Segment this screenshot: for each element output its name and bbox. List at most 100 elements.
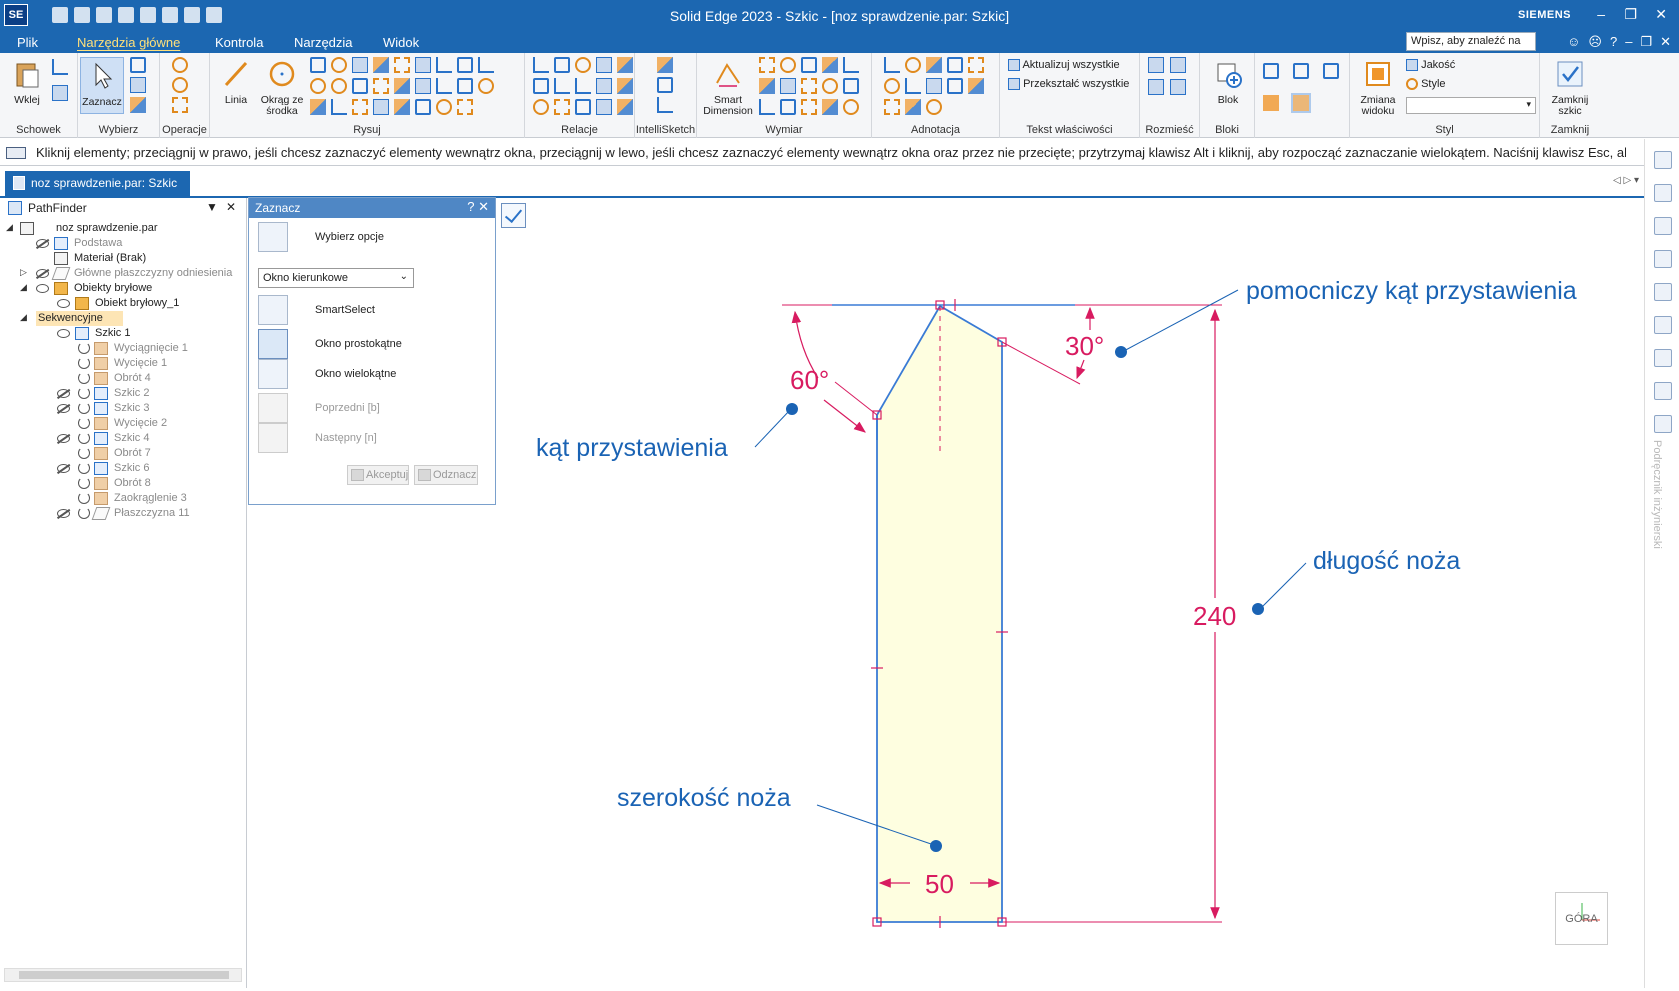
- construction-icon[interactable]: [373, 99, 389, 115]
- hatch-icon[interactable]: [394, 99, 410, 115]
- trim-icon[interactable]: [172, 97, 188, 113]
- edge-condition-icon[interactable]: [926, 78, 942, 94]
- view-top-icon[interactable]: [1263, 63, 1279, 79]
- variables-icon[interactable]: [1654, 382, 1672, 400]
- mirror-icon[interactable]: [415, 57, 431, 73]
- arc-icon[interactable]: [331, 57, 347, 73]
- chamfer-icon[interactable]: [457, 78, 473, 94]
- minimize-button[interactable]: –: [1597, 6, 1605, 22]
- view-right-icon[interactable]: [1323, 63, 1339, 79]
- dim-center-icon[interactable]: [801, 99, 817, 115]
- tree-item-revolve-4[interactable]: Obrót 4: [114, 371, 151, 386]
- eye-hidden-icon[interactable]: [57, 509, 70, 518]
- pathfinder-scrollbar[interactable]: [4, 968, 242, 982]
- document-tab[interactable]: noz sprawdzenie.par: Szkic: [5, 171, 190, 196]
- collapse-arrow-icon[interactable]: ▷: [20, 267, 27, 278]
- ellipse-icon[interactable]: [331, 78, 347, 94]
- coordinate-dim-icon[interactable]: [801, 57, 817, 73]
- rollback-icon[interactable]: [78, 342, 90, 354]
- copy-icon[interactable]: [52, 85, 68, 101]
- rectangle-icon[interactable]: [310, 57, 326, 73]
- curve-icon[interactable]: [310, 78, 326, 94]
- rollback-icon[interactable]: [78, 402, 90, 414]
- horizontal-icon[interactable]: [533, 78, 549, 94]
- send-backward-icon[interactable]: [1170, 79, 1186, 95]
- select-options-icon[interactable]: [130, 97, 146, 113]
- collinear-icon[interactable]: [575, 99, 591, 115]
- eye-visible-icon[interactable]: [57, 299, 70, 308]
- copy-attr-icon[interactable]: [780, 99, 796, 115]
- tab-narzedzia[interactable]: Narzędzia: [294, 35, 353, 50]
- sweep-icon[interactable]: [457, 99, 473, 115]
- annotation-box-icon[interactable]: [968, 78, 984, 94]
- expand-arrow-icon[interactable]: ◢: [20, 312, 27, 323]
- eye-visible-icon[interactable]: [36, 284, 49, 293]
- select-filter-icon[interactable]: [130, 57, 146, 73]
- send-back-icon[interactable]: [1170, 57, 1186, 73]
- tree-item-round-3[interactable]: Zaokrąglenie 3: [114, 491, 187, 506]
- view-front-icon[interactable]: [1293, 63, 1309, 79]
- accept-button[interactable]: Akceptuj: [347, 465, 409, 485]
- tree-item-cutout-1[interactable]: Wycięcie 1: [114, 356, 167, 371]
- frown-icon[interactable]: ☹: [1588, 34, 1602, 50]
- eye-hidden-icon[interactable]: [36, 269, 49, 278]
- offset-icon[interactable]: [172, 77, 188, 93]
- dim-style-icon[interactable]: [759, 99, 775, 115]
- weld-icon[interactable]: [905, 78, 921, 94]
- select-window-icon[interactable]: [130, 77, 146, 93]
- shaded-icon[interactable]: [1263, 95, 1279, 111]
- tangent-icon[interactable]: [533, 99, 549, 115]
- extend-icon[interactable]: [436, 57, 452, 73]
- pathfinder-menu-icon[interactable]: ▼: [206, 200, 218, 214]
- update-all-button[interactable]: Aktualizuj wszystkie: [1008, 59, 1120, 72]
- engineering-handbook-label[interactable]: Podręcznik inżynierski: [1651, 440, 1663, 549]
- minimize-doc-icon[interactable]: –: [1625, 34, 1632, 50]
- scale-icon[interactable]: [373, 78, 389, 94]
- eye-hidden-icon[interactable]: [57, 464, 70, 473]
- dimension-angle-60[interactable]: 60°: [790, 365, 829, 395]
- close-button[interactable]: ✕: [1655, 6, 1667, 23]
- perpendicular-icon[interactable]: [575, 78, 591, 94]
- style-button[interactable]: Style: [1406, 78, 1446, 91]
- rotate-icon[interactable]: [394, 78, 410, 94]
- rollback-icon[interactable]: [78, 447, 90, 459]
- bring-front-icon[interactable]: [1148, 57, 1164, 73]
- pattern-icon[interactable]: [394, 57, 410, 73]
- radial-dim-icon[interactable]: [822, 78, 838, 94]
- eye-hidden-icon[interactable]: [57, 389, 70, 398]
- library-icon[interactable]: [1654, 151, 1672, 169]
- dimension-angle-30[interactable]: 30°: [1065, 331, 1104, 361]
- tree-item-protrusion-1[interactable]: Wyciągnięcie 1: [114, 341, 188, 356]
- cut-icon[interactable]: [52, 59, 68, 75]
- restore-doc-icon[interactable]: ❐: [1640, 34, 1652, 50]
- view-cube[interactable]: GÓRA: [1555, 892, 1608, 945]
- tree-item-plane-11[interactable]: Płaszczyzna 11: [114, 506, 190, 521]
- project-icon[interactable]: [310, 99, 326, 115]
- angle-dim-icon[interactable]: [780, 57, 796, 73]
- help-panel-icon[interactable]: [1654, 184, 1672, 202]
- chamfer-dim-icon[interactable]: [759, 78, 775, 94]
- fillet-icon[interactable]: [172, 57, 188, 73]
- block-button[interactable]: Blok: [1208, 59, 1248, 106]
- pathfinder-close-icon[interactable]: ✕: [226, 200, 236, 214]
- tab-kontrola[interactable]: Kontrola: [215, 35, 263, 50]
- selection-mode-dropdown[interactable]: Okno kierunkowe ⌄: [258, 268, 414, 288]
- close-sketch-button[interactable]: Zamknij szkic: [1546, 59, 1594, 117]
- corner-icon[interactable]: [478, 78, 494, 94]
- relation-handles-icon[interactable]: [617, 78, 633, 94]
- rollback-icon[interactable]: [78, 507, 90, 519]
- polygon-icon[interactable]: [352, 57, 368, 73]
- tree-item-sequential[interactable]: Sekwencyjne: [36, 311, 123, 326]
- surface-texture-icon[interactable]: [884, 78, 900, 94]
- annotation-text-icon[interactable]: [947, 78, 963, 94]
- close-icon[interactable]: ✕: [478, 199, 489, 214]
- eye-hidden-icon[interactable]: [36, 239, 49, 248]
- close-sketch-checkmark[interactable]: [501, 203, 526, 228]
- angular-coord-icon[interactable]: [822, 57, 838, 73]
- select-button[interactable]: Zaznacz: [80, 57, 124, 114]
- parallel-icon[interactable]: [554, 57, 570, 73]
- intellisketch-options-icon[interactable]: [657, 77, 673, 93]
- rigid-set-icon[interactable]: [596, 78, 612, 94]
- linear-dim-icon[interactable]: [801, 78, 817, 94]
- layers-icon[interactable]: [1654, 217, 1672, 235]
